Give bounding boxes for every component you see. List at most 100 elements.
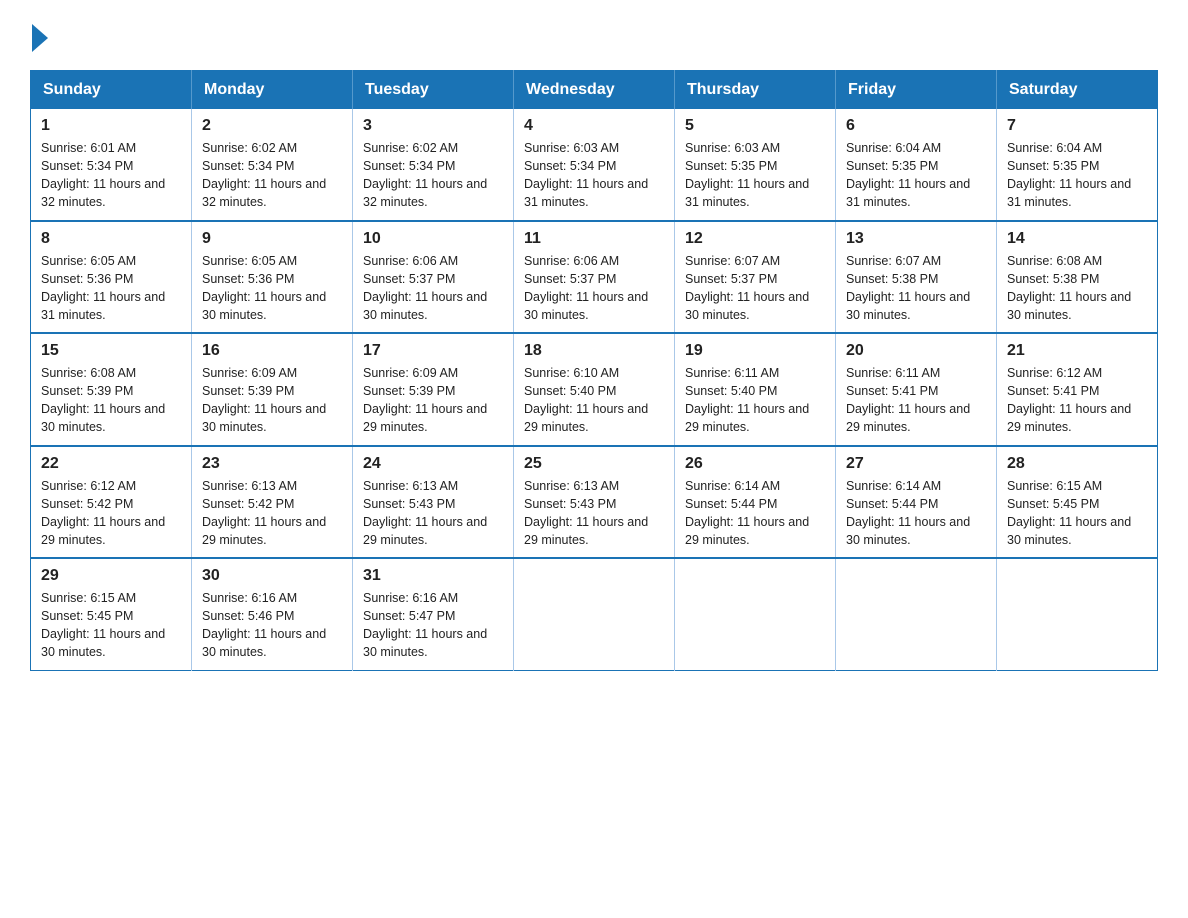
day-number: 16 <box>202 342 342 360</box>
day-info: Sunrise: 6:07 AMSunset: 5:38 PMDaylight:… <box>846 252 986 325</box>
day-number: 4 <box>524 117 664 135</box>
day-number: 14 <box>1007 230 1147 248</box>
calendar-cell: 28 Sunrise: 6:15 AMSunset: 5:45 PMDayligh… <box>997 446 1158 559</box>
page-header <box>30 20 1158 52</box>
day-info: Sunrise: 6:04 AMSunset: 5:35 PMDaylight:… <box>1007 139 1147 212</box>
day-info: Sunrise: 6:04 AMSunset: 5:35 PMDaylight:… <box>846 139 986 212</box>
day-info: Sunrise: 6:14 AMSunset: 5:44 PMDaylight:… <box>846 477 986 550</box>
day-info: Sunrise: 6:03 AMSunset: 5:35 PMDaylight:… <box>685 139 825 212</box>
day-number: 12 <box>685 230 825 248</box>
weekday-header-sunday: Sunday <box>31 71 192 110</box>
calendar-cell: 11 Sunrise: 6:06 AMSunset: 5:37 PMDayligh… <box>514 221 675 334</box>
day-number: 3 <box>363 117 503 135</box>
day-number: 7 <box>1007 117 1147 135</box>
day-info: Sunrise: 6:16 AMSunset: 5:47 PMDaylight:… <box>363 589 503 662</box>
logo <box>30 20 52 52</box>
day-info: Sunrise: 6:06 AMSunset: 5:37 PMDaylight:… <box>524 252 664 325</box>
day-number: 11 <box>524 230 664 248</box>
day-number: 22 <box>41 455 181 473</box>
day-info: Sunrise: 6:10 AMSunset: 5:40 PMDaylight:… <box>524 364 664 437</box>
day-info: Sunrise: 6:08 AMSunset: 5:39 PMDaylight:… <box>41 364 181 437</box>
day-info: Sunrise: 6:08 AMSunset: 5:38 PMDaylight:… <box>1007 252 1147 325</box>
day-number: 8 <box>41 230 181 248</box>
calendar-cell: 29 Sunrise: 6:15 AMSunset: 5:45 PMDayligh… <box>31 558 192 670</box>
calendar-week-row: 8 Sunrise: 6:05 AMSunset: 5:36 PMDaylight… <box>31 221 1158 334</box>
day-info: Sunrise: 6:11 AMSunset: 5:41 PMDaylight:… <box>846 364 986 437</box>
calendar-cell: 10 Sunrise: 6:06 AMSunset: 5:37 PMDayligh… <box>353 221 514 334</box>
calendar-cell: 8Sunrise: 6:05 AMSunset: 5:36 PMDaylight… <box>31 221 192 334</box>
calendar-cell: 27Sunrise: 6:14 AMSunset: 5:44 PMDayligh… <box>836 446 997 559</box>
calendar-week-row: 29 Sunrise: 6:15 AMSunset: 5:45 PMDayligh… <box>31 558 1158 670</box>
calendar-cell: 24 Sunrise: 6:13 AMSunset: 5:43 PMDayligh… <box>353 446 514 559</box>
day-info: Sunrise: 6:13 AMSunset: 5:43 PMDaylight:… <box>363 477 503 550</box>
day-number: 24 <box>363 455 503 473</box>
calendar-cell: 22 Sunrise: 6:12 AMSunset: 5:42 PMDayligh… <box>31 446 192 559</box>
day-number: 1 <box>41 117 181 135</box>
day-number: 30 <box>202 567 342 585</box>
day-info: Sunrise: 6:13 AMSunset: 5:43 PMDaylight:… <box>524 477 664 550</box>
weekday-header-thursday: Thursday <box>675 71 836 110</box>
day-number: 28 <box>1007 455 1147 473</box>
weekday-header-row: SundayMondayTuesdayWednesdayThursdayFrid… <box>31 71 1158 110</box>
day-number: 21 <box>1007 342 1147 360</box>
day-info: Sunrise: 6:06 AMSunset: 5:37 PMDaylight:… <box>363 252 503 325</box>
calendar-cell: 18Sunrise: 6:10 AMSunset: 5:40 PMDayligh… <box>514 333 675 446</box>
calendar-cell: 9 Sunrise: 6:05 AMSunset: 5:36 PMDaylight… <box>192 221 353 334</box>
day-number: 31 <box>363 567 503 585</box>
day-info: Sunrise: 6:01 AMSunset: 5:34 PMDaylight:… <box>41 139 181 212</box>
calendar-week-row: 22 Sunrise: 6:12 AMSunset: 5:42 PMDayligh… <box>31 446 1158 559</box>
day-number: 17 <box>363 342 503 360</box>
calendar-cell: 2 Sunrise: 6:02 AMSunset: 5:34 PMDaylight… <box>192 109 353 221</box>
day-info: Sunrise: 6:03 AMSunset: 5:34 PMDaylight:… <box>524 139 664 212</box>
calendar-cell: 1 Sunrise: 6:01 AMSunset: 5:34 PMDaylight… <box>31 109 192 221</box>
day-info: Sunrise: 6:16 AMSunset: 5:46 PMDaylight:… <box>202 589 342 662</box>
day-info: Sunrise: 6:12 AMSunset: 5:42 PMDaylight:… <box>41 477 181 550</box>
day-number: 5 <box>685 117 825 135</box>
calendar-cell: 31 Sunrise: 6:16 AMSunset: 5:47 PMDayligh… <box>353 558 514 670</box>
calendar-week-row: 1 Sunrise: 6:01 AMSunset: 5:34 PMDaylight… <box>31 109 1158 221</box>
calendar-cell: 25Sunrise: 6:13 AMSunset: 5:43 PMDayligh… <box>514 446 675 559</box>
calendar-cell: 7 Sunrise: 6:04 AMSunset: 5:35 PMDaylight… <box>997 109 1158 221</box>
day-number: 10 <box>363 230 503 248</box>
calendar-cell: 4 Sunrise: 6:03 AMSunset: 5:34 PMDaylight… <box>514 109 675 221</box>
calendar-cell <box>997 558 1158 670</box>
day-info: Sunrise: 6:02 AMSunset: 5:34 PMDaylight:… <box>363 139 503 212</box>
calendar-cell: 20 Sunrise: 6:11 AMSunset: 5:41 PMDayligh… <box>836 333 997 446</box>
day-number: 29 <box>41 567 181 585</box>
day-info: Sunrise: 6:13 AMSunset: 5:42 PMDaylight:… <box>202 477 342 550</box>
calendar-cell: 21 Sunrise: 6:12 AMSunset: 5:41 PMDayligh… <box>997 333 1158 446</box>
day-info: Sunrise: 6:15 AMSunset: 5:45 PMDaylight:… <box>41 589 181 662</box>
day-info: Sunrise: 6:09 AMSunset: 5:39 PMDaylight:… <box>202 364 342 437</box>
weekday-header-saturday: Saturday <box>997 71 1158 110</box>
logo-arrow-icon <box>32 24 48 52</box>
calendar-cell: 3 Sunrise: 6:02 AMSunset: 5:34 PMDaylight… <box>353 109 514 221</box>
calendar-cell: 16 Sunrise: 6:09 AMSunset: 5:39 PMDayligh… <box>192 333 353 446</box>
day-number: 9 <box>202 230 342 248</box>
calendar-cell <box>675 558 836 670</box>
day-info: Sunrise: 6:12 AMSunset: 5:41 PMDaylight:… <box>1007 364 1147 437</box>
day-number: 26 <box>685 455 825 473</box>
day-info: Sunrise: 6:07 AMSunset: 5:37 PMDaylight:… <box>685 252 825 325</box>
day-info: Sunrise: 6:15 AMSunset: 5:45 PMDaylight:… <box>1007 477 1147 550</box>
calendar-cell <box>514 558 675 670</box>
day-info: Sunrise: 6:02 AMSunset: 5:34 PMDaylight:… <box>202 139 342 212</box>
day-number: 13 <box>846 230 986 248</box>
calendar-week-row: 15 Sunrise: 6:08 AMSunset: 5:39 PMDayligh… <box>31 333 1158 446</box>
day-number: 20 <box>846 342 986 360</box>
day-info: Sunrise: 6:14 AMSunset: 5:44 PMDaylight:… <box>685 477 825 550</box>
calendar-cell: 6 Sunrise: 6:04 AMSunset: 5:35 PMDaylight… <box>836 109 997 221</box>
calendar-cell: 14 Sunrise: 6:08 AMSunset: 5:38 PMDayligh… <box>997 221 1158 334</box>
day-number: 19 <box>685 342 825 360</box>
calendar-cell: 19Sunrise: 6:11 AMSunset: 5:40 PMDayligh… <box>675 333 836 446</box>
calendar-cell: 17 Sunrise: 6:09 AMSunset: 5:39 PMDayligh… <box>353 333 514 446</box>
calendar-cell: 15 Sunrise: 6:08 AMSunset: 5:39 PMDayligh… <box>31 333 192 446</box>
day-number: 23 <box>202 455 342 473</box>
day-info: Sunrise: 6:05 AMSunset: 5:36 PMDaylight:… <box>202 252 342 325</box>
calendar-table: SundayMondayTuesdayWednesdayThursdayFrid… <box>30 70 1158 671</box>
day-number: 15 <box>41 342 181 360</box>
day-number: 6 <box>846 117 986 135</box>
day-number: 2 <box>202 117 342 135</box>
calendar-cell: 30 Sunrise: 6:16 AMSunset: 5:46 PMDayligh… <box>192 558 353 670</box>
calendar-cell: 5 Sunrise: 6:03 AMSunset: 5:35 PMDaylight… <box>675 109 836 221</box>
day-info: Sunrise: 6:09 AMSunset: 5:39 PMDaylight:… <box>363 364 503 437</box>
